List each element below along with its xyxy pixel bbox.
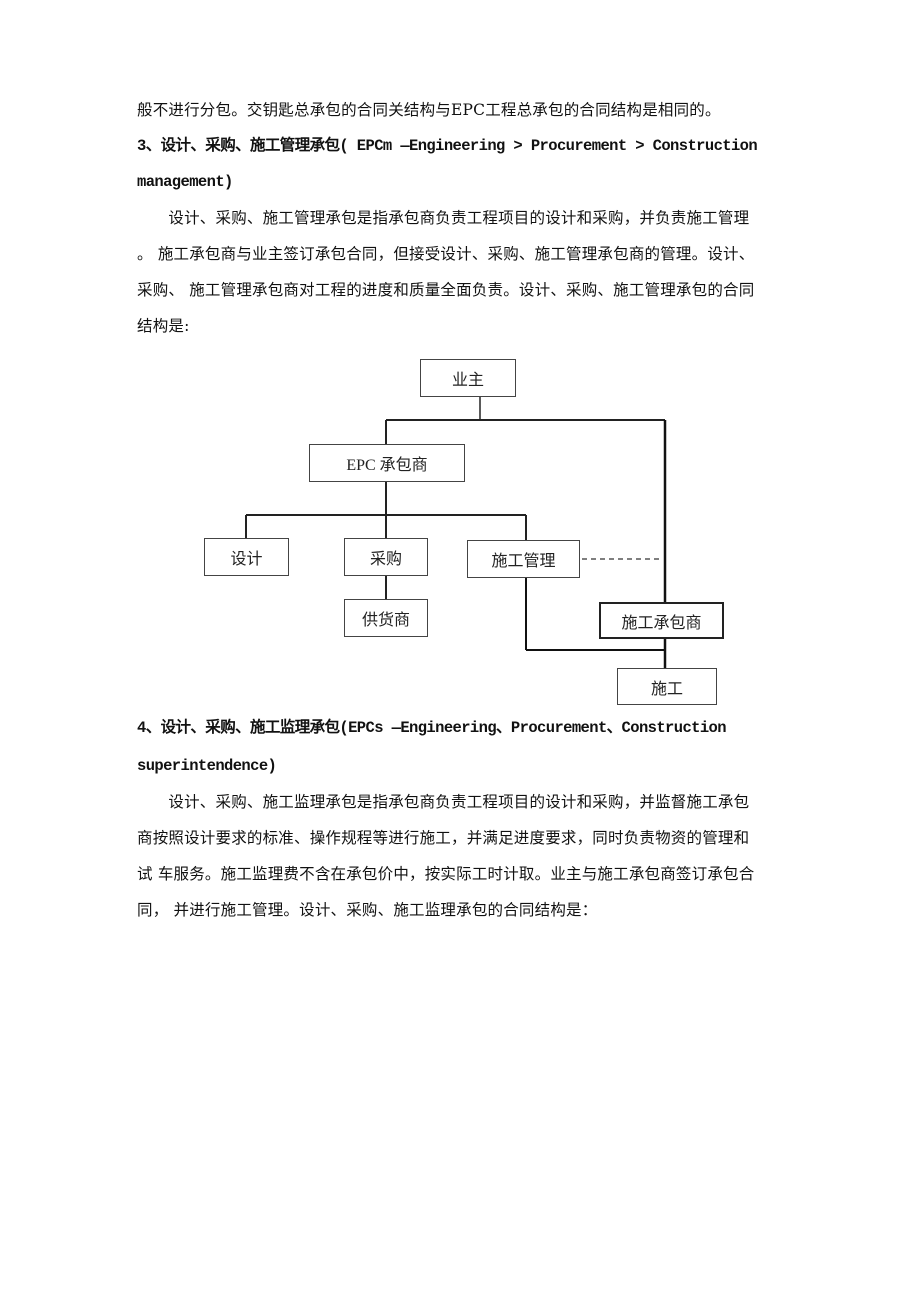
node-construction-management: 施工管理 — [467, 540, 580, 578]
section4-body-line: 商按照设计要求的标准、操作规程等进行施工，并满足进度要求，同时负责物资的管理和 — [137, 829, 750, 847]
node-construction: 施工 — [617, 668, 717, 705]
section4-heading: 4、设计、采购、施工监理承包(EPCs —Engineering、Procure… — [137, 719, 727, 737]
section3-heading: 3、设计、采购、施工管理承包( EPCm —Engineering > Proc… — [137, 137, 758, 155]
node-design: 设计 — [204, 538, 289, 576]
section4-heading-continued: superintendence) — [137, 757, 277, 775]
section4-body-line: 设计、采购、施工监理承包是指承包商负责工程项目的设计和采购，并监督施工承包 — [137, 793, 750, 811]
node-supplier: 供货商 — [344, 599, 428, 637]
node-owner: 业主 — [420, 359, 516, 397]
section4-body-line: 试 车服务。施工监理费不含在承包价中，按实际工时计取。业主与施工承包商签订承包合 — [137, 865, 755, 883]
section3-body-line: 。 施工承包商与业主签订承包合同，但接受设计、采购、施工管理承包商的管理。设计、 — [137, 245, 755, 263]
node-procurement: 采购 — [344, 538, 428, 576]
node-epc-contractor: EPC 承包商 — [309, 444, 465, 482]
intro-paragraph-line: 般不进行分包。交钥匙总承包的合同关结构与EPC工程总承包的合同结构是相同的。 — [137, 101, 721, 119]
section3-body-line: 设计、采购、施工管理承包是指承包商负责工程项目的设计和采购，并负责施工管理 — [137, 209, 750, 227]
section3-heading-continued: management) — [137, 173, 233, 191]
section3-body-line: 结构是: — [137, 317, 190, 335]
section3-body-line: 采购、 施工管理承包商对工程的进度和质量全面负责。设计、采购、施工管理承包的合同 — [137, 281, 755, 299]
node-construction-contractor: 施工承包商 — [599, 602, 724, 639]
section4-body-line: 同， 并进行施工管理。设计、采购、施工监理承包的合同结构是： — [137, 901, 598, 919]
